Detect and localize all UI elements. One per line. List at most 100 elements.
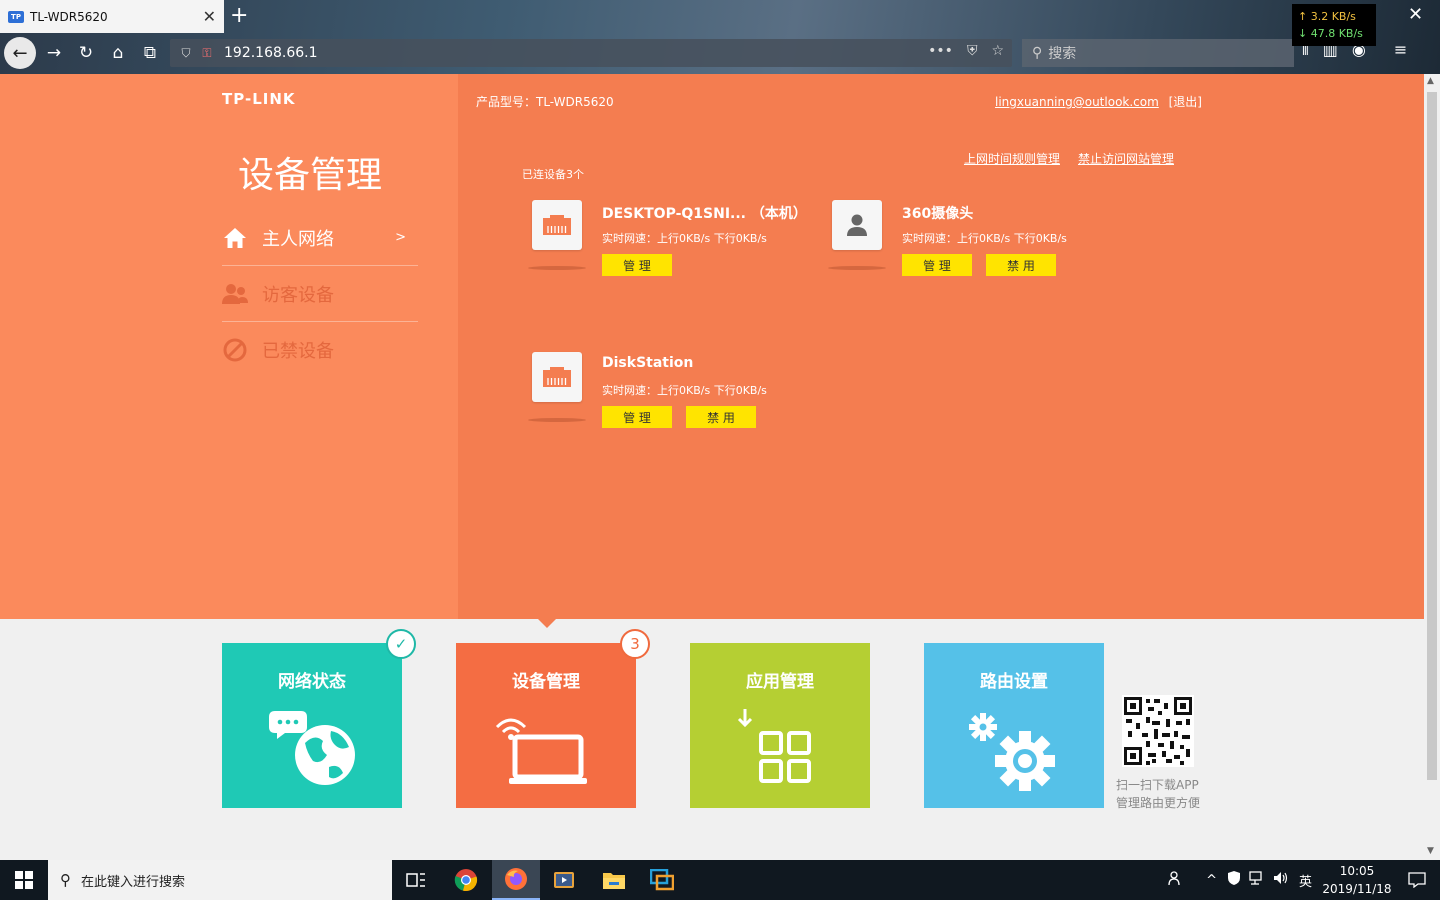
- scroll-up-icon[interactable]: ▲: [1427, 76, 1434, 86]
- search-placeholder: 搜索: [1048, 46, 1077, 62]
- home-icon[interactable]: ⌂: [104, 40, 132, 66]
- chrome-icon[interactable]: [442, 860, 490, 900]
- taskbar-search-input[interactable]: ⚲ 在此键入进行搜索: [48, 860, 392, 900]
- people-icon[interactable]: [1168, 870, 1184, 890]
- page-scrollbar[interactable]: ▲ ▼: [1424, 74, 1440, 860]
- url-text[interactable]: 192.168.66.1: [224, 45, 318, 61]
- device-card: 360摄像头 实时网速：上行0KB/s 下行0KB/s 管 理 禁 用: [828, 200, 1102, 290]
- sidebar: TP-LINK 设备管理 主人网络 > 访客设备 已禁设备: [0, 74, 458, 619]
- sidebar-item-label: 已禁设备: [262, 341, 334, 362]
- system-tray: ^ 英 10:05 2019/11/18: [1168, 860, 1440, 900]
- file-explorer-icon[interactable]: [590, 860, 638, 900]
- menu-icon[interactable]: ≡: [1394, 40, 1407, 60]
- sidebar-item-blocked-devices[interactable]: 已禁设备: [222, 322, 418, 378]
- tile-app-management[interactable]: 应用管理: [690, 643, 870, 808]
- manage-button[interactable]: 管 理: [602, 406, 672, 428]
- browser-tab[interactable]: TP TL-WDR5620 ✕: [0, 0, 224, 33]
- network-speed-widget: ↑ 3.2 KB/s ↓ 47.8 KB/s: [1292, 4, 1376, 46]
- address-bar[interactable]: ⛉ ⚿ 192.168.66.1 ••• ⛨ ☆: [170, 39, 1012, 67]
- tile-network-status[interactable]: ✓ 网络状态: [222, 629, 416, 808]
- gears-icon: [969, 713, 1055, 791]
- qr-caption: 扫一扫下载APP 管理路由更方便: [1116, 776, 1200, 812]
- new-tab-icon[interactable]: +: [230, 3, 248, 28]
- browser-chrome: TP TL-WDR5620 ✕ + ↑ 3.2 KB/s ↓ 47.8 KB/s…: [0, 0, 1440, 74]
- tracking-shield-icon[interactable]: ⛉: [174, 46, 198, 61]
- upload-speed: ↑ 3.2 KB/s: [1298, 10, 1356, 23]
- reload-icon[interactable]: ↻: [72, 40, 100, 66]
- pocket-icon[interactable]: ⛨: [967, 43, 978, 59]
- logout-link[interactable]: [退出]: [1169, 95, 1202, 109]
- sidebar-item-host-network[interactable]: 主人网络 >: [222, 210, 418, 266]
- tile-router-settings[interactable]: 路由设置: [924, 643, 1104, 808]
- download-speed: ↓ 47.8 KB/s: [1298, 27, 1363, 40]
- search-icon: ⚲: [1032, 45, 1043, 61]
- device-name: 360摄像头: [902, 206, 974, 222]
- guests-icon: [222, 281, 248, 307]
- device-speed: 实时网速：上行0KB/s 下行0KB/s: [602, 384, 767, 397]
- device-name: DiskStation: [602, 355, 694, 371]
- manage-button[interactable]: 管 理: [602, 254, 672, 276]
- search-icon: ⚲: [60, 871, 71, 889]
- page-actions-icon[interactable]: •••: [928, 43, 953, 59]
- tile-label: 路由设置: [980, 672, 1048, 692]
- notification-icon[interactable]: [1394, 872, 1440, 888]
- taskbar-search-placeholder: 在此键入进行搜索: [81, 874, 186, 890]
- forward-icon[interactable]: →: [40, 40, 68, 66]
- scroll-thumb[interactable]: [1427, 92, 1437, 780]
- tile-label: 网络状态: [278, 672, 346, 692]
- bookmark-star-icon[interactable]: ☆: [991, 43, 1004, 59]
- tile-device-management[interactable]: 3 设备管理: [456, 629, 650, 808]
- page-title: 设备管理: [238, 155, 383, 196]
- active-tile-pointer: [538, 619, 556, 628]
- volume-icon[interactable]: [1273, 871, 1289, 889]
- task-view-icon[interactable]: [392, 860, 440, 900]
- search-input[interactable]: ⚲ 搜索: [1022, 39, 1294, 67]
- remote-desktop-icon[interactable]: [638, 860, 686, 900]
- firefox-icon[interactable]: [492, 860, 540, 900]
- person-icon: [832, 200, 882, 250]
- network-icon[interactable]: [1249, 871, 1265, 889]
- windows-taskbar: ⚲ 在此键入进行搜索 ^ 英 10:05 2019/11/18: [0, 860, 1440, 900]
- insecure-lock-icon[interactable]: ⚿: [198, 44, 216, 62]
- sidebar-item-guest-devices[interactable]: 访客设备: [222, 266, 418, 322]
- blocked-icon: [222, 337, 248, 363]
- device-count-badge: 3: [620, 629, 650, 659]
- tp-link-favicon-icon: TP: [8, 10, 24, 23]
- taskbar-clock[interactable]: 10:05 2019/11/18: [1320, 862, 1394, 898]
- product-model: 产品型号：TL-WDR5620: [476, 95, 614, 109]
- ime-indicator[interactable]: 英: [1299, 871, 1312, 890]
- laptop-wifi-icon: [495, 718, 587, 784]
- block-button[interactable]: 禁 用: [686, 406, 756, 428]
- scroll-down-icon[interactable]: ▼: [1427, 846, 1434, 856]
- manage-button[interactable]: 管 理: [902, 254, 972, 276]
- device-card: DESKTOP-Q1SNI... （本机） 实时网速：上行0KB/s 下行0KB…: [528, 200, 807, 290]
- account-info: lingxuanning@outlook.com [退出]: [995, 93, 1202, 110]
- device-name: DESKTOP-Q1SNI... （本机）: [602, 206, 807, 222]
- site-block-link[interactable]: 禁止访问网站管理: [1078, 150, 1174, 167]
- device-card: DiskStation 实时网速：上行0KB/s 下行0KB/s 管 理 禁 用: [528, 352, 802, 442]
- chevron-up-icon[interactable]: ^: [1206, 873, 1217, 888]
- back-icon[interactable]: ←: [4, 37, 36, 69]
- time-rule-link[interactable]: 上网时间规则管理: [964, 150, 1060, 167]
- globe-chat-icon: [269, 711, 355, 785]
- icon-shadow: [828, 266, 886, 270]
- qr-caption-line: 管理路由更方便: [1116, 796, 1201, 810]
- connected-count: 已连设备3个: [522, 168, 584, 181]
- tile-label: 应用管理: [746, 672, 814, 692]
- window-close-icon[interactable]: ✕: [1408, 4, 1423, 25]
- block-button[interactable]: 禁 用: [986, 254, 1056, 276]
- windows-start-icon[interactable]: [0, 860, 48, 900]
- icon-shadow: [528, 266, 586, 270]
- device-speed: 实时网速：上行0KB/s 下行0KB/s: [902, 232, 1067, 245]
- tp-link-logo: TP-LINK: [222, 90, 296, 108]
- qr-caption-line: 扫一扫下载APP: [1116, 778, 1199, 792]
- check-badge-icon: ✓: [386, 629, 416, 659]
- security-shield-icon[interactable]: [1227, 870, 1241, 890]
- device-speed: 实时网速：上行0KB/s 下行0KB/s: [602, 232, 767, 245]
- clock-time: 10:05: [1339, 864, 1375, 878]
- device-panel: 产品型号：TL-WDR5620 lingxuanning@outlook.com…: [458, 74, 1424, 628]
- account-email-link[interactable]: lingxuanning@outlook.com: [995, 95, 1159, 109]
- close-tab-icon[interactable]: ✕: [203, 7, 216, 26]
- container-tab-icon[interactable]: ⧉: [136, 40, 164, 66]
- media-player-icon[interactable]: [540, 860, 588, 900]
